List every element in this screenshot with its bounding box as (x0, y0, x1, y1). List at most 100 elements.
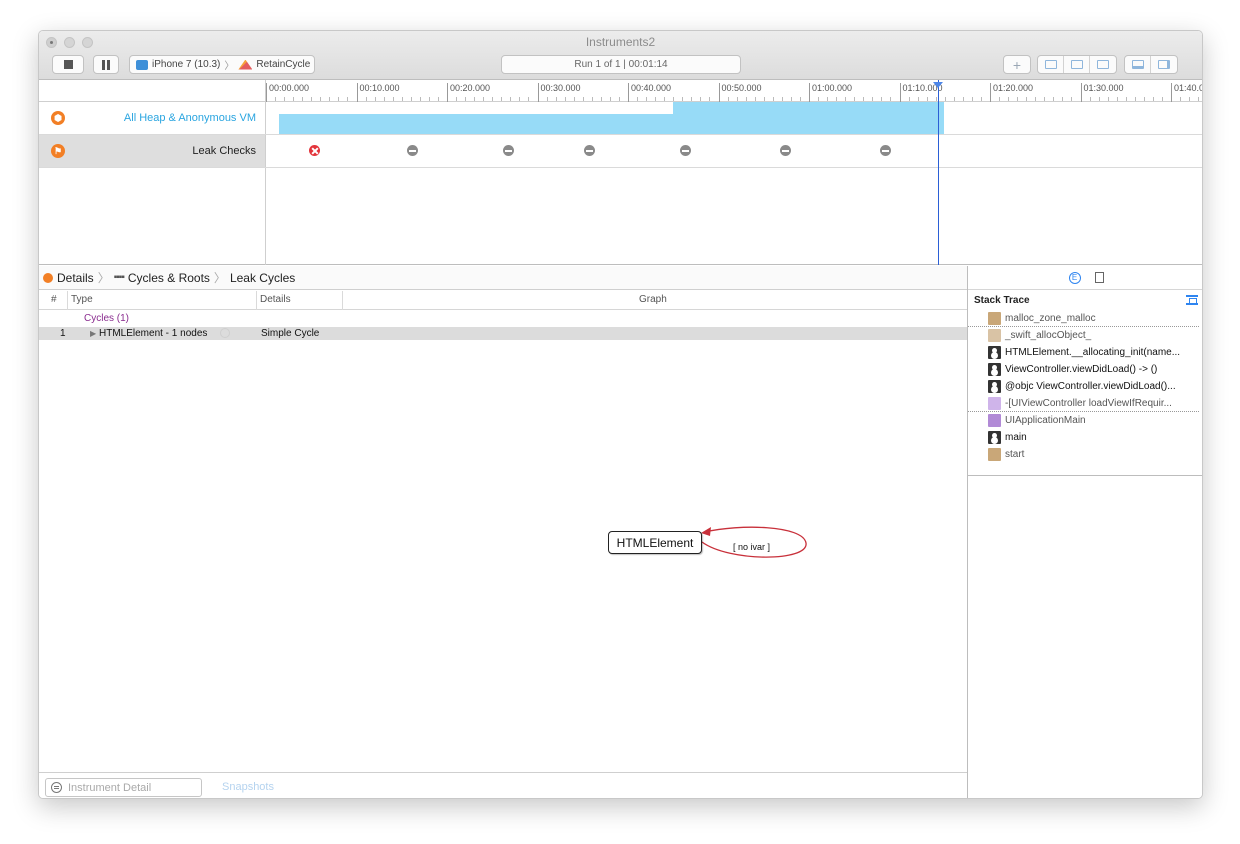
list-view-button[interactable] (1064, 56, 1090, 73)
stack-frame[interactable]: start (968, 446, 1202, 463)
panel-toggle-segmented-control (1124, 55, 1178, 74)
ruler-minor-tick (609, 97, 611, 101)
ruler-minor-tick (284, 97, 286, 101)
graph-edge-label: [ no ivar ] (733, 542, 771, 552)
chevron-right-icon: 〉 (224, 61, 235, 72)
record-options-button[interactable] (1038, 56, 1064, 73)
ruler-minor-tick (419, 97, 421, 101)
leak-found-marker[interactable] (309, 145, 320, 156)
column-divider (342, 291, 343, 310)
ruler-minor-tick (401, 97, 403, 101)
ruler-minor-tick (1180, 97, 1182, 101)
grid-view-button[interactable] (1090, 56, 1116, 73)
ruler-minor-tick (392, 97, 394, 101)
filter-icon (51, 782, 62, 793)
track-header-allocations[interactable]: ⬢ All Heap & Anonymous VM (39, 102, 266, 134)
leak-check-marker[interactable] (780, 145, 791, 156)
ruler-minor-tick (890, 97, 892, 101)
stack-frame[interactable]: malloc_zone_malloc (968, 310, 1199, 327)
ruler-minor-tick (646, 97, 648, 101)
extended-detail-tab-icon[interactable]: E (1068, 271, 1081, 284)
document-tab-icon[interactable] (1094, 272, 1104, 283)
ruler-minor-tick (338, 97, 340, 101)
ruler-minor-tick (519, 97, 521, 101)
add-instrument-button[interactable]: + (1003, 55, 1031, 74)
leak-check-marker[interactable] (584, 145, 595, 156)
column-type[interactable]: Type (71, 294, 93, 305)
graph-node-htmlelement[interactable]: HTMLElement (608, 531, 702, 554)
stack-frame[interactable]: @objc ViewController.viewDidLoad()... (968, 378, 1202, 395)
plus-icon: + (1012, 56, 1022, 73)
ruler-minor-tick (573, 97, 575, 101)
ruler-minor-tick (465, 97, 467, 101)
stack-frame[interactable]: ViewController.viewDidLoad() -> () (968, 361, 1202, 378)
heap-graph-peak (673, 102, 944, 114)
ruler-minor-tick (691, 97, 693, 101)
leak-check-marker[interactable] (407, 145, 418, 156)
cycle-edge (701, 526, 807, 558)
ruler-minor-tick (600, 97, 602, 101)
breadcrumb-cycles-roots[interactable]: Cycles & Roots (128, 271, 210, 285)
playhead[interactable] (938, 80, 939, 265)
ruler-minor-tick (836, 97, 838, 101)
framework-purple-icon (988, 414, 1001, 427)
leak-check-marker[interactable] (503, 145, 514, 156)
filter-input[interactable] (68, 781, 188, 794)
stop-recording-button[interactable] (52, 55, 84, 74)
run-status[interactable]: Run 1 of 1 | 00:01:14 (501, 55, 741, 74)
disclosure-triangle-icon[interactable]: ▶ (90, 329, 96, 338)
timeline-ruler[interactable]: 00:00.000 00:10.000 00:20.000 00:30.000 00:4… (39, 80, 1202, 102)
chevron-right-icon: 〉 (97, 271, 110, 285)
frame-name: malloc_zone_malloc (1005, 312, 1096, 324)
ruler-minor-tick (944, 97, 946, 101)
stack-frame[interactable]: UIApplicationMain (968, 412, 1202, 429)
ruler-minor-tick (1044, 97, 1046, 101)
playhead-handle-icon[interactable] (933, 82, 943, 88)
stack-frame[interactable]: main (968, 429, 1202, 446)
ruler-minor-tick (790, 97, 792, 101)
ruler-minor-tick (926, 97, 928, 101)
track-header-leaks[interactable]: ⚑ Leak Checks (39, 135, 266, 167)
ruler-minor-tick (275, 97, 277, 101)
stack-frame[interactable]: HTMLElement.__allocating_init(name... (968, 344, 1202, 361)
chevron-right-icon: 〉 (213, 271, 226, 285)
toggle-detail-panel-button[interactable] (1125, 56, 1151, 73)
ruler-minor-tick (854, 97, 856, 101)
collapse-stack-icon[interactable] (1186, 295, 1198, 305)
breadcrumb-leak-cycles[interactable]: Leak Cycles (230, 271, 295, 285)
table-row[interactable]: 1 ▶ HTMLElement - 1 nodes Simple Cycle (39, 327, 967, 340)
toggle-inspector-button[interactable] (1151, 56, 1177, 73)
view-mode-segmented-control (1037, 55, 1117, 74)
ruler-minor-tick (347, 97, 349, 101)
column-graph[interactable]: Graph (639, 294, 667, 305)
ruler-minor-tick (528, 97, 530, 101)
ruler-minor-tick (1008, 97, 1010, 101)
column-number[interactable]: # (51, 294, 57, 305)
library-tan-icon (988, 311, 1001, 325)
ruler-minor-tick (1152, 97, 1154, 101)
instrument-detail-filter[interactable] (45, 778, 202, 797)
target-device-selector[interactable]: iPhone 7 (10.3) 〉 RetainCycle (129, 55, 315, 74)
frame-name: ViewController.viewDidLoad() -> () (1005, 364, 1158, 375)
user-code-icon (988, 363, 1001, 376)
leak-check-marker[interactable] (880, 145, 891, 156)
track-allocations[interactable]: ⬢ All Heap & Anonymous VM (39, 102, 1202, 135)
allocations-dot-icon (43, 272, 53, 283)
breadcrumb-details[interactable]: Details (57, 271, 94, 285)
ruler-minor-tick (591, 97, 593, 101)
column-details[interactable]: Details (260, 294, 291, 305)
track-leaks[interactable]: ⚑ Leak Checks (39, 135, 1202, 168)
stack-frame[interactable]: -[UIViewController loadViewIfRequir... (968, 395, 1199, 412)
leak-check-marker[interactable] (680, 145, 691, 156)
ruler-minor-tick (637, 97, 639, 101)
frame-name: main (1005, 432, 1027, 443)
pause-recording-button[interactable] (93, 55, 119, 74)
snapshots-link[interactable]: Snapshots (222, 781, 274, 793)
ruler-minor-tick (763, 97, 765, 101)
ruler-minor-tick (754, 97, 756, 101)
ruler-minor-tick (1143, 97, 1145, 101)
stack-frame[interactable]: _swift_allocObject_ (968, 327, 1202, 344)
ruler-minor-tick (781, 97, 783, 101)
ruler-minor-tick (845, 97, 847, 101)
ruler-minor-tick (799, 97, 801, 101)
